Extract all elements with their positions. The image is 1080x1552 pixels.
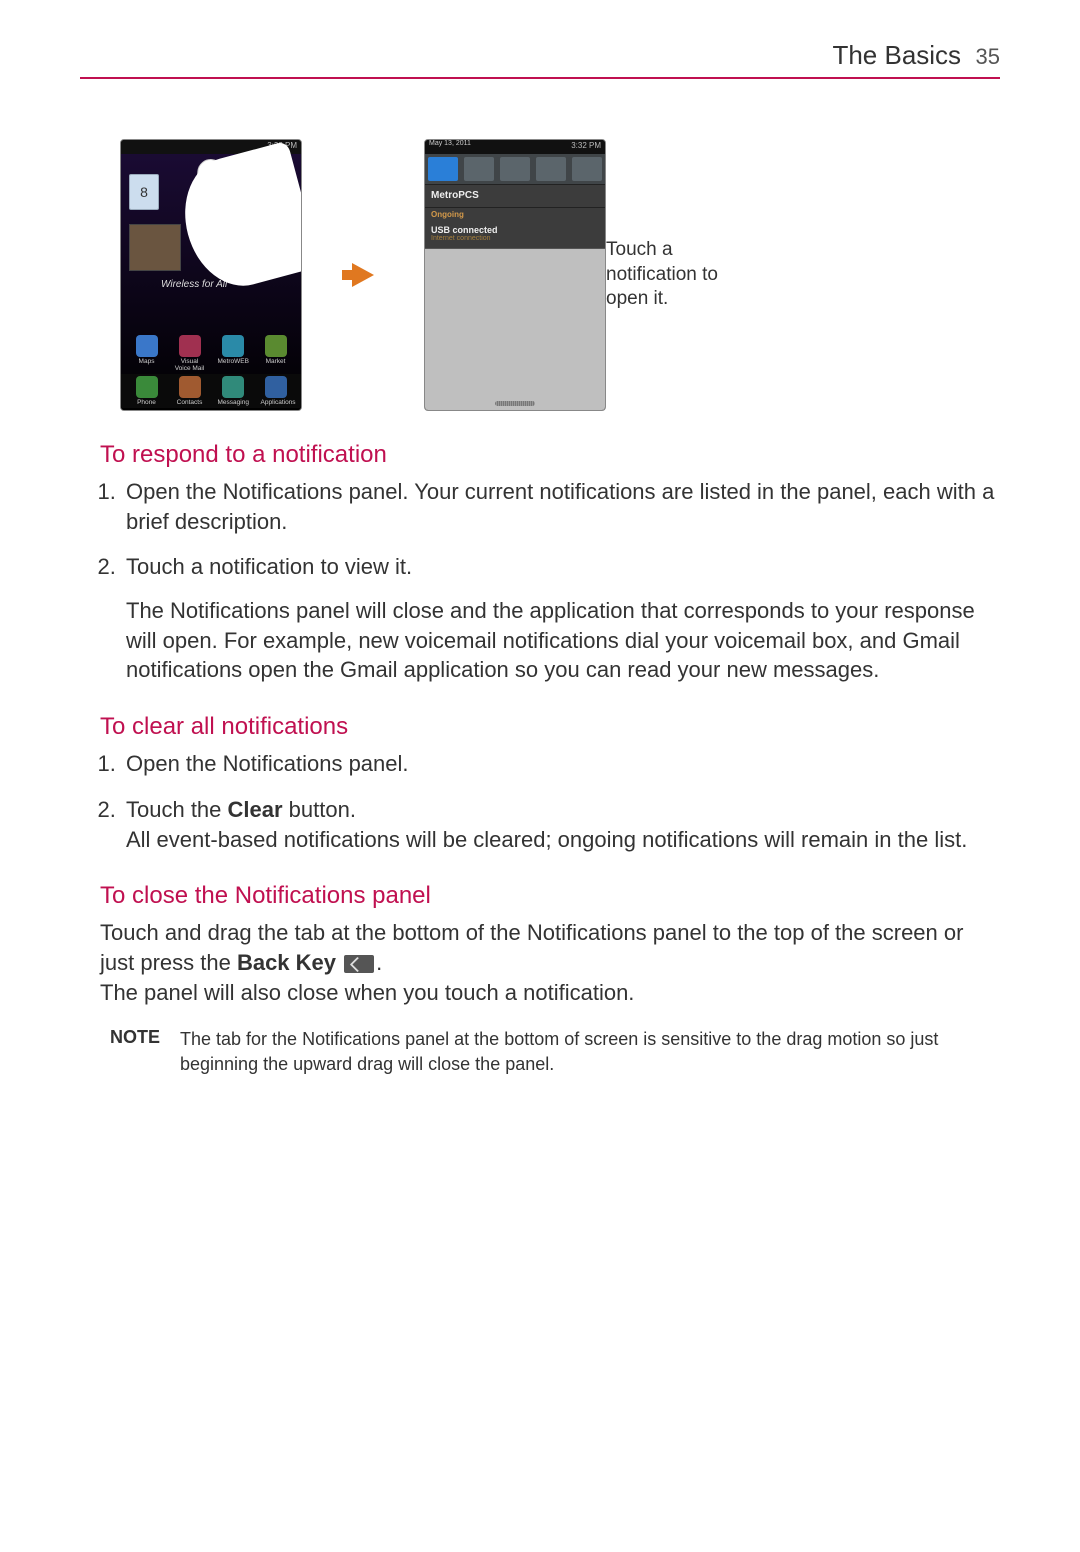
note-block: NOTE The tab for the Notifications panel… bbox=[110, 1027, 980, 1076]
respond-steps: Open the Notifications panel. Your curre… bbox=[100, 477, 1000, 685]
figure-row: 3:32 PM 8 Wireless for All Maps Visual Vo… bbox=[120, 139, 1000, 411]
back-key-label: Back Key bbox=[237, 950, 336, 975]
section-heading-close: To close the Notifications panel bbox=[100, 882, 1000, 910]
clear-button-label: Clear bbox=[228, 797, 283, 822]
page-header: The Basics 35 bbox=[80, 40, 1000, 79]
app-icon: Market bbox=[261, 335, 291, 372]
notification-item: USB connected Internet connection bbox=[425, 222, 605, 249]
status-time: 3:32 PM bbox=[571, 141, 601, 150]
step-text: Open the Notifications panel. Your curre… bbox=[126, 479, 994, 534]
step-text: Open the Notifications panel. bbox=[126, 751, 409, 776]
status-bar: May 13, 2011 3:32 PM bbox=[425, 140, 605, 154]
quick-toggles bbox=[425, 154, 605, 185]
page-number: 35 bbox=[976, 44, 1000, 69]
app-icon: Visual Voice Mail bbox=[175, 335, 205, 372]
notification-subtitle: Internet connection bbox=[431, 235, 599, 242]
clear-steps: Open the Notifications panel. Touch the … bbox=[100, 749, 1000, 854]
banner-widget: Wireless for All bbox=[161, 279, 227, 290]
paragraph-text: The panel will also close when you touch… bbox=[100, 980, 634, 1005]
screenshot-notification-panel: May 13, 2011 3:32 PM MetroPCS Ongoing US… bbox=[424, 139, 606, 411]
notification-title: USB connected bbox=[431, 225, 599, 235]
back-key-icon bbox=[344, 955, 374, 973]
app-icon: MetroWEB bbox=[218, 335, 248, 372]
chapter-title: The Basics bbox=[832, 40, 961, 70]
app-icon: Maps bbox=[132, 335, 162, 372]
carrier-label: MetroPCS bbox=[425, 185, 605, 208]
screenshot-home-screen: 3:32 PM 8 Wireless for All MapsVisual Vo… bbox=[120, 139, 302, 411]
step-detail: The Notifications panel will close and t… bbox=[126, 596, 1000, 685]
transition-arrow-icon bbox=[352, 263, 374, 287]
app-icon: Phone bbox=[132, 376, 162, 406]
step-text: button. bbox=[283, 797, 356, 822]
photo-widget bbox=[129, 224, 181, 271]
app-icon: Messaging bbox=[218, 376, 248, 406]
app-icon: Applications bbox=[261, 376, 291, 406]
section-heading-respond: To respond to a notification bbox=[100, 441, 1000, 469]
step-text: Touch a notification to view it. bbox=[126, 554, 412, 579]
document-page: The Basics 35 3:32 PM 8 Wireless for All… bbox=[0, 0, 1080, 1552]
list-item: Touch a notification to view it. The Not… bbox=[122, 552, 1000, 685]
step-detail: All event-based notifications will be cl… bbox=[126, 825, 1000, 855]
panel-drag-handle bbox=[495, 401, 535, 406]
list-item: Touch the Clear button. All event-based … bbox=[122, 795, 1000, 854]
close-paragraph: Touch and drag the tab at the bottom of … bbox=[100, 918, 1000, 1007]
panel-date: May 13, 2011 bbox=[429, 140, 471, 147]
note-text: The tab for the Notifications panel at t… bbox=[180, 1027, 980, 1076]
paragraph-text: Touch and drag the tab at the bottom of … bbox=[100, 920, 963, 975]
note-label: NOTE bbox=[110, 1027, 180, 1076]
step-text: Touch the bbox=[126, 797, 228, 822]
clock-widget: 8 bbox=[129, 174, 159, 210]
app-row-1: Maps Visual Voice Mail MetroWEB Market bbox=[121, 335, 301, 372]
list-item: Open the Notifications panel. Your curre… bbox=[122, 477, 1000, 536]
list-item: Open the Notifications panel. bbox=[122, 749, 1000, 779]
app-icon: Contacts bbox=[175, 376, 205, 406]
section-heading-clear: To clear all notifications bbox=[100, 713, 1000, 741]
screenshot-with-callout: May 13, 2011 3:32 PM MetroPCS Ongoing US… bbox=[424, 139, 726, 411]
hand-graphic bbox=[171, 141, 302, 298]
callout-text: Touch a notification to open it. bbox=[606, 238, 726, 312]
app-row-dock: Phone Contacts Messaging Applications bbox=[121, 374, 301, 408]
paragraph-text: . bbox=[376, 950, 382, 975]
section-label: Ongoing bbox=[425, 208, 605, 222]
